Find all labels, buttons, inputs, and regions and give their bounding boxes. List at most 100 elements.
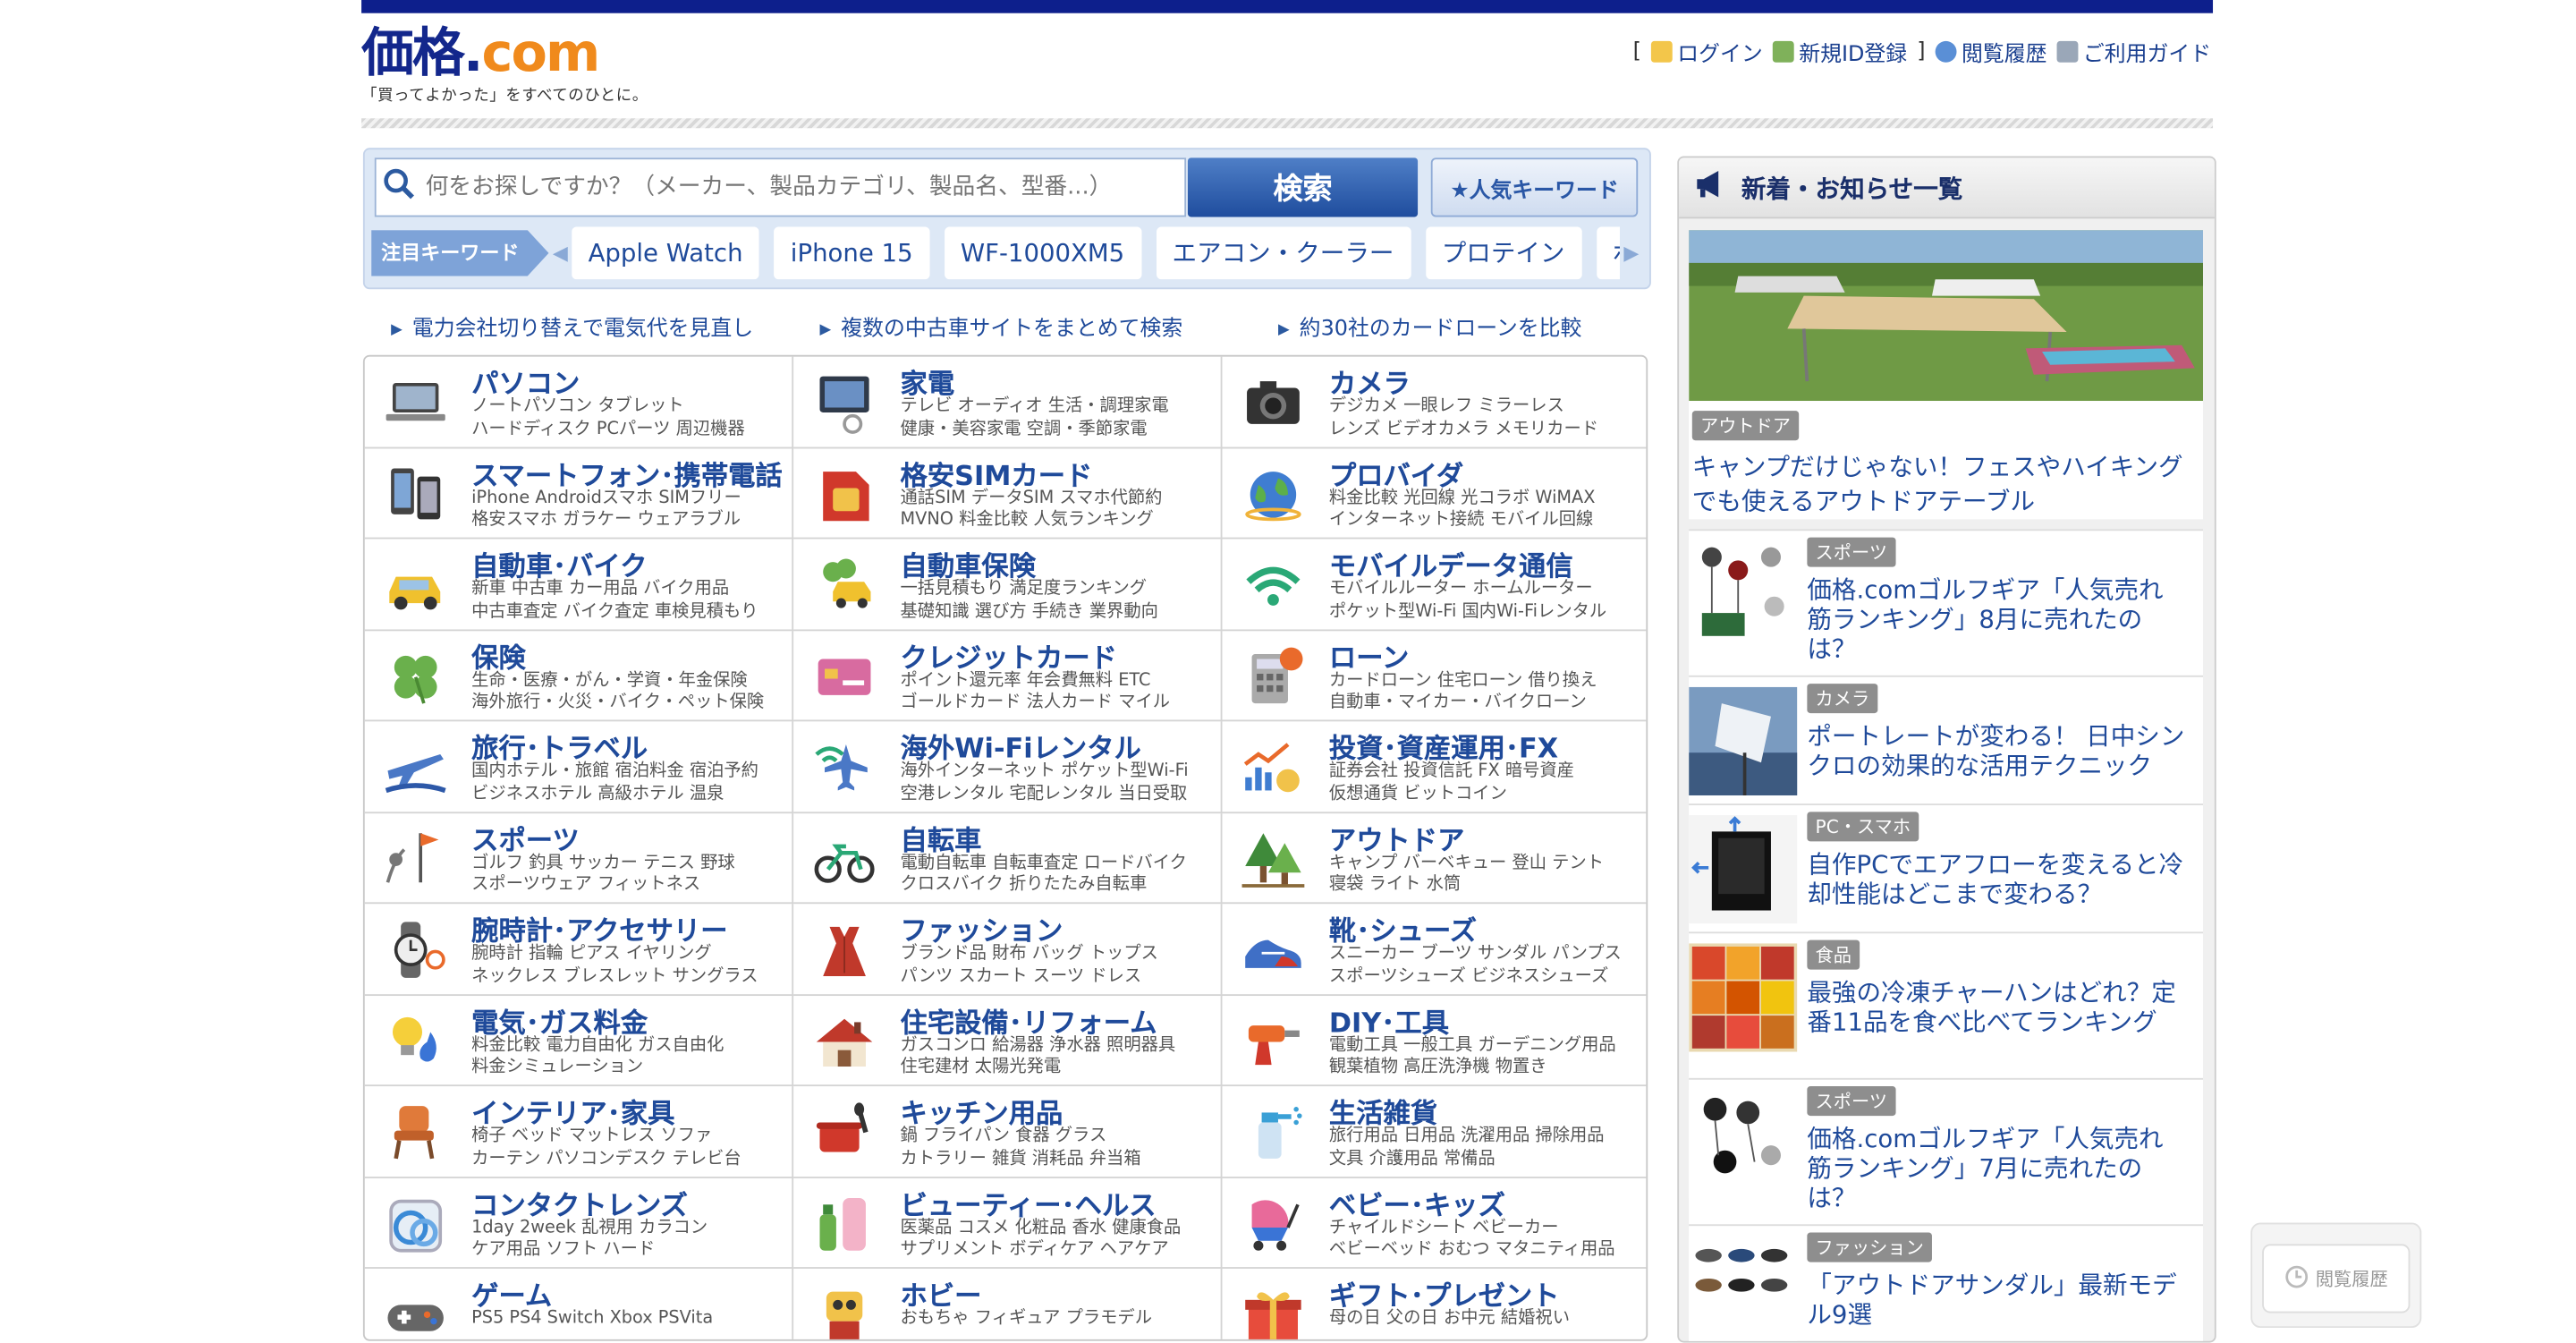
category-title[interactable]: 保険 — [471, 635, 526, 675]
promo-link-used-car[interactable]: 複数の中古車サイトをまとめて検索 — [820, 310, 1182, 342]
keyword-chip[interactable]: Apple Watch — [572, 226, 759, 280]
category-title[interactable]: 家電 — [901, 361, 955, 401]
category-title[interactable]: プロバイダ — [1329, 453, 1463, 492]
category-item[interactable]: DIY･工具 電動工具 一般工具 ガーデニング用品 観葉植物 高圧洗浄機 物置き — [1222, 995, 1647, 1087]
category-item[interactable]: 海外Wi-Fiレンタル 海外インターネット ポケット型Wi-Fi 空港レンタル 宅配… — [793, 721, 1223, 813]
category-title[interactable]: 自動車保険 — [901, 544, 1037, 583]
category-item[interactable]: 格安SIMカード 通話SIM データSIM スマホ代節約 MVNO 料金比較 人気ラ… — [793, 447, 1223, 540]
news-feature-title[interactable]: キャンプだけじゃない！フェスやハイキングでも使えるアウトドアテーブル — [1692, 450, 2193, 519]
category-item[interactable]: スポーツ ゴルフ 釣具 サッカー テニス 野球 スポーツウェア フィットネス — [364, 812, 794, 905]
promo-link-card-loan[interactable]: 約30社のカードローンを比較 — [1278, 310, 1582, 342]
keyword-chip[interactable]: WF-1000XM5 — [944, 226, 1141, 280]
category-title[interactable]: 自動車･バイク — [471, 544, 647, 583]
category-title[interactable]: ビューティー･ヘルス — [901, 1183, 1157, 1222]
category-item[interactable]: ギフト･プレゼント 母の日 父の日 お中元 結婚祝い — [1223, 1269, 1647, 1339]
category-title[interactable]: アウトドア — [1329, 818, 1465, 857]
news-item[interactable]: カメラ ポートレートが変わる！ 日中シンクロの効果的な活用テクニック — [1689, 675, 2204, 804]
category-item[interactable]: ベビー･キッズ チャイルドシート ベビーカー ベビーベッド おむつ マタニティ用品 — [1222, 1177, 1647, 1269]
category-title[interactable]: 自転車 — [901, 818, 982, 857]
keyword-prev-arrow[interactable]: ◀ — [548, 242, 572, 265]
news-item[interactable]: PC・スマホ 自作PCでエアフローを変えると冷却性能はどこまで変わる？ — [1689, 803, 2204, 932]
history-link[interactable]: 閲覧履歴 — [1935, 36, 2046, 67]
register-link[interactable]: 新規ID登録 — [1772, 36, 1907, 67]
category-item[interactable]: ゲーム PS5 PS4 Switch Xbox PSVita — [365, 1268, 794, 1339]
category-title[interactable]: ホビー — [901, 1273, 982, 1313]
category-item[interactable]: 住宅設備･リフォーム ガスコンロ 給湯器 浄水器 照明器具 住宅建材 太陽光発電 — [793, 995, 1223, 1087]
news-item[interactable]: 食品 最強の冷凍チャーハンはどれ？定番11品を食べ比べてランキング — [1689, 931, 2204, 1078]
category-item[interactable]: 旅行･トラベル 国内ホテル・旅館 宿泊料金 宿泊予約 ビジネスホテル 高級ホテル 温… — [364, 721, 794, 813]
category-item[interactable]: アウトドア キャンプ バーベキュー 登山 テント 寝袋 ライト 水筒 — [1222, 812, 1647, 905]
category-item[interactable]: スマートフォン･携帯電話 iPhone Androidスマホ SIMフリー 格安スマ… — [364, 447, 794, 540]
news-title[interactable]: 価格.comゴルフギア「人気売れ筋ランキング」8月に売れたのは？ — [1807, 575, 2184, 664]
category-item[interactable]: ホビー おもちゃ フィギュア プラモデル — [793, 1268, 1223, 1339]
news-item[interactable]: スポーツ 価格.comゴルフギア「人気売れ筋ランキング」7月に売れたのは？ — [1689, 1077, 2204, 1225]
category-title[interactable]: 住宅設備･リフォーム — [901, 1000, 1157, 1040]
news-feature[interactable]: アウトドア キャンプだけじゃない！フェスやハイキングでも使えるアウトドアテーブル — [1689, 230, 2204, 520]
category-title[interactable]: キッチン用品 — [901, 1092, 1063, 1131]
guide-link[interactable]: ご利用ガイド — [2056, 36, 2211, 67]
category-title[interactable]: 腕時計･アクセサリー — [471, 909, 727, 948]
category-title[interactable]: ローン — [1329, 635, 1409, 675]
category-title[interactable]: 電気･ガス料金 — [471, 1000, 648, 1040]
category-item[interactable]: プロバイダ 料金比較 光回線 光コラボ WiMAX インターネット接続 モバイル回線 — [1222, 448, 1647, 540]
category-title[interactable]: ゲーム — [471, 1273, 552, 1313]
login-link[interactable]: ログイン — [1650, 36, 1763, 67]
category-item[interactable]: インテリア･家具 椅子 ベッド マットレス ソファ カーテン パソコンデスク テレビ… — [364, 1086, 794, 1177]
keyword-chip[interactable]: エアコン・クーラー — [1156, 226, 1411, 280]
category-title[interactable]: ベビー･キッズ — [1329, 1183, 1505, 1222]
category-item[interactable]: 生活雑貨 旅行用品 日用品 洗濯用品 掃除用品 文具 介護用品 常備品 — [1222, 1086, 1647, 1177]
search-button[interactable]: 検索 — [1187, 157, 1419, 217]
category-title[interactable]: 靴･シューズ — [1329, 909, 1477, 948]
news-title[interactable]: 自作PCでエアフローを変えると冷却性能はどこまで変わる？ — [1807, 850, 2184, 909]
category-item[interactable]: コンタクトレンズ 1day 2week 乱視用 カラコン ケア用品 ソフト ハード — [364, 1177, 794, 1269]
category-item[interactable]: カメラ デジカメ 一眼レフ ミラーレス レンズ ビデオカメラ メモリカード — [1222, 357, 1647, 448]
category-title[interactable]: スマートフォン･携帯電話 — [471, 453, 783, 492]
category-item[interactable]: 靴･シューズ スニーカー ブーツ サンダル パンプス スポーツシューズ ビジネスシュ… — [1222, 904, 1647, 996]
category-title[interactable]: 生活雑貨 — [1329, 1092, 1437, 1131]
category-title[interactable]: インテリア･家具 — [471, 1092, 674, 1131]
keyword-chip[interactable]: ポータブル — [1596, 226, 1620, 280]
category-item[interactable]: 自動車保険 一括見積もり 満足度ランキング 基礎知識 選び方 手続き 業界動向 — [793, 539, 1223, 631]
category-item[interactable]: 腕時計･アクセサリー 腕時計 指輪 ピアス イヤリング ネックレス ブレスレット サ… — [364, 904, 794, 996]
category-item[interactable]: ファッション ブランド品 財布 バッグ トップス パンツ スカート スーツ ドレス — [793, 904, 1223, 996]
keyword-chip[interactable]: iPhone 15 — [774, 226, 929, 280]
popular-keywords-button[interactable]: ★人気キーワード — [1430, 157, 1639, 217]
news-item[interactable]: スポーツ 価格.comゴルフギア「人気売れ筋ランキング」8月に売れたのは？ — [1689, 529, 2204, 676]
category-title[interactable]: DIY･工具 — [1329, 1000, 1449, 1040]
category-title[interactable]: 海外Wi-Fiレンタル — [901, 727, 1141, 766]
category-title[interactable]: 投資･資産運用･FX — [1329, 727, 1558, 766]
category-title[interactable]: ファッション — [901, 909, 1063, 948]
category-item[interactable]: 自動車･バイク 新車 中古車 カー用品 バイク用品 中古車査定 バイク査定 車検見積… — [364, 539, 794, 631]
category-title[interactable]: カメラ — [1329, 361, 1411, 401]
category-subtitle: 1day 2week 乱視用 カラコン ケア用品 ソフト ハード — [471, 1217, 708, 1262]
category-title[interactable]: ギフト･プレゼント — [1329, 1273, 1560, 1313]
category-title[interactable]: スポーツ — [471, 818, 580, 857]
category-title[interactable]: コンタクトレンズ — [471, 1183, 688, 1222]
floating-history-button[interactable]: 閲覧履歴 — [2262, 1244, 2411, 1313]
keyword-chip[interactable]: プロテイン — [1425, 226, 1581, 280]
promo-link-electricity[interactable]: 電力会社切り替えで電気代を見直し — [391, 310, 753, 342]
category-title[interactable]: モバイルデータ通信 — [1329, 544, 1573, 583]
category-item[interactable]: ビューティー･ヘルス 医薬品 コスメ 化粧品 香水 健康食品 サプリメント ボディケ… — [793, 1177, 1223, 1269]
category-item[interactable]: モバイルデータ通信 モバイルルーター ホームルーター ポケット型Wi-Fi 国内Wi… — [1222, 539, 1647, 631]
category-item[interactable]: ローン カードローン 住宅ローン 借り換え 自動車・マイカー・バイクローン — [1222, 630, 1647, 722]
category-item[interactable]: キッチン用品鍋 フライパン 食器 グラス カトラリー 雑貨 消耗品 弁当箱 — [793, 1086, 1223, 1177]
category-title[interactable]: クレジットカード — [901, 635, 1117, 675]
category-title[interactable]: 格安SIMカード — [901, 453, 1093, 492]
search-input[interactable] — [422, 172, 1168, 202]
category-item[interactable]: 投資･資産運用･FX 証券会社 投資信託 FX 暗号資産 仮想通貨 ビットコイン — [1222, 721, 1647, 813]
category-item[interactable]: パソコン ノートパソコン タブレット ハードディスク PCパーツ 周辺機器 — [364, 356, 794, 448]
news-title[interactable]: ポートレートが変わる！ 日中シンクロの効果的な活用テクニック — [1807, 721, 2184, 780]
news-item[interactable]: ファッション 「アウトドアサンダル」最新モデル9選 — [1689, 1224, 2204, 1341]
news-title[interactable]: 価格.comゴルフギア「人気売れ筋ランキング」7月に売れたのは？ — [1807, 1124, 2184, 1212]
category-item[interactable]: 家電 テレビ オーディオ 生活・調理家電 健康・美容家電 空調・季節家電 — [793, 356, 1223, 448]
category-item[interactable]: 電気･ガス料金 料金比較 電力自由化 ガス自由化 料金シミュレーション — [364, 995, 794, 1087]
category-title[interactable]: パソコン — [471, 361, 580, 401]
news-title[interactable]: 最強の冷凍チャーハンはどれ？定番11品を食べ比べてランキング — [1807, 978, 2184, 1037]
category-item[interactable]: 自転車 電動自転車 自転車査定 ロードバイク クロスバイク 折りたたみ自転車 — [793, 812, 1223, 905]
category-item[interactable]: クレジットカード ポイント還元率 年会費無料 ETC ゴールドカード 法人カード マ… — [793, 630, 1223, 722]
site-logo[interactable]: 価格.com 「買ってよかった」をすべてのひとに。 — [361, 23, 648, 106]
category-title[interactable]: 旅行･トラベル — [471, 727, 648, 766]
category-item[interactable]: 保険 生命・医療・がん・学資・年金保険 海外旅行・火災・バイク・ペット保険 — [364, 630, 794, 722]
keyword-next-arrow[interactable]: ▶ — [1620, 242, 1643, 265]
